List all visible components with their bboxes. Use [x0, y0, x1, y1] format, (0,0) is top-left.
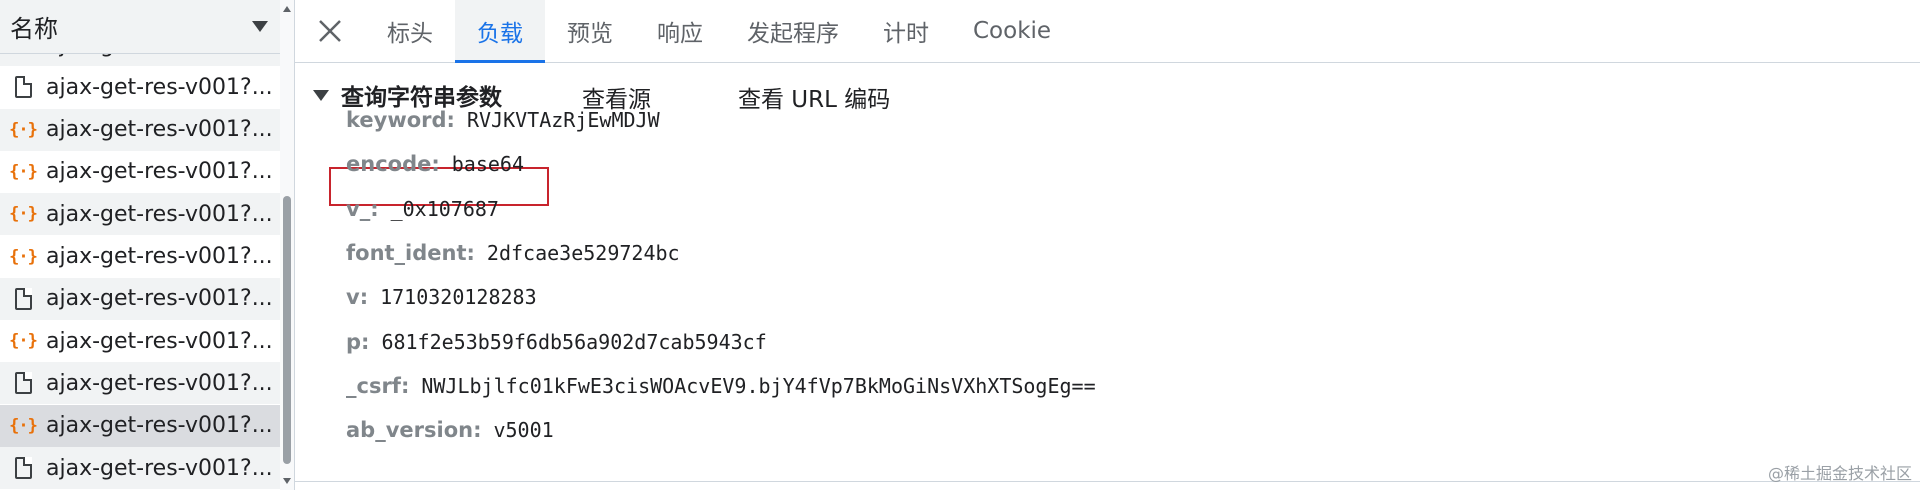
- tab-6[interactable]: Cookie: [951, 0, 1073, 62]
- request-name: ajax-get-res-v001?...: [46, 370, 273, 396]
- scroll-down-arrow-icon[interactable]: [283, 478, 291, 484]
- name-column-label: 名称: [10, 15, 58, 43]
- request-name: ajax-get-res-v001?...: [46, 455, 273, 481]
- request-name: ajax-get-res-v001?...: [46, 413, 273, 439]
- param-key: encode:: [346, 152, 440, 177]
- json-icon: {·}: [9, 119, 38, 140]
- param-row: v_: _0x107687: [346, 193, 499, 225]
- param-row: _csrf: NWJLbjlfc01kFwE3cisWOAcvEV9.bjY4fV…: [346, 370, 1096, 402]
- json-icon: {·}: [9, 415, 38, 436]
- param-key: p:: [346, 329, 370, 354]
- name-column-header[interactable]: 名称: [0, 0, 280, 54]
- detail-tabbar: 标头 负载 预览 响应 发起程序 计时 Cookie: [295, 0, 1920, 63]
- param-value[interactable]: base64: [452, 152, 524, 176]
- request-name: ajax-get-res-v001?...: [46, 286, 273, 312]
- document-icon: [0, 372, 46, 395]
- request-row[interactable]: {·} ajax-get-res-v001?...: [0, 151, 280, 193]
- request-name: ajax-get-res-v001?...: [46, 328, 273, 354]
- document-icon: [0, 76, 46, 99]
- request-row[interactable]: ajax-get-res-v001?...: [0, 66, 280, 108]
- param-row: p: 681f2e53b59f6db56a902d7cab5943cf: [346, 326, 767, 358]
- document-icon: [0, 457, 46, 479]
- json-icon: {·}: [9, 246, 38, 267]
- list-scrollbar[interactable]: [280, 0, 294, 490]
- json-icon: {·}: [9, 161, 38, 182]
- tab-4[interactable]: 发起程序: [725, 0, 861, 62]
- param-row: v: 1710320128283: [346, 281, 537, 313]
- param-value[interactable]: 681f2e53b59f6db56a902d7cab5943cf: [381, 330, 766, 354]
- request-row[interactable]: ajax-get-res-v001?...: [0, 362, 280, 405]
- json-icon: {·}: [0, 54, 46, 55]
- request-name: ajax-get-res-v001?...: [46, 201, 273, 227]
- request-row[interactable]: ajax-get-res-v001?...: [0, 277, 280, 320]
- request-row[interactable]: {·}ajax-get-res-v001?...: [0, 54, 280, 66]
- request-name: ajax-get-res-v001?...: [46, 244, 273, 269]
- param-key: ab_version:: [346, 418, 482, 443]
- request-row[interactable]: ajax-get-res-v001?...: [0, 447, 280, 489]
- collapse-triangle-icon[interactable]: [313, 89, 329, 101]
- param-row: keyword: RVJKVTAzRjEwMDJW: [346, 104, 660, 136]
- request-row[interactable]: {·} ajax-get-res-v001?...: [0, 404, 280, 447]
- request-detail-pane: 标头 负载 预览 响应 发起程序 计时 Cookie 查询字符串参数 查看源 查看 URL …: [295, 0, 1920, 490]
- json-icon: {·}: [9, 331, 38, 352]
- request-rows: {·}ajax-get-res-v001?...ajax-get-res-v00…: [0, 54, 280, 490]
- request-row[interactable]: {·} ajax-get-res-v001?...: [0, 108, 280, 151]
- tab-2[interactable]: 预览: [545, 0, 635, 62]
- request-name: ajax-get-res-v001?...: [46, 159, 273, 185]
- document-icon: [0, 287, 46, 310]
- tab-1[interactable]: 负载: [455, 0, 545, 63]
- param-row: font_ident: 2dfcae3e529724bc: [346, 237, 680, 269]
- scroll-thumb[interactable]: [283, 196, 291, 464]
- payload-panel: 查询字符串参数 查看源 查看 URL 编码 keyword: RVJKVTAzRj…: [295, 64, 1920, 480]
- param-value[interactable]: v5001: [493, 418, 553, 442]
- param-value[interactable]: _0x107687: [391, 197, 499, 221]
- scroll-up-arrow-icon[interactable]: [283, 6, 291, 12]
- param-key: _csrf:: [346, 373, 410, 398]
- tab-0[interactable]: 标头: [365, 0, 455, 62]
- request-name: ajax-get-res-v001?...: [46, 117, 273, 143]
- view-url-encoded-link[interactable]: 查看 URL 编码: [738, 80, 890, 114]
- tab-5[interactable]: 计时: [861, 0, 951, 62]
- close-icon: [319, 20, 341, 42]
- param-value[interactable]: NWJLbjlfc01kFwE3cisWOAcvEV9.bjY4fVp7BkMo…: [421, 374, 1095, 398]
- divider: [295, 481, 1920, 482]
- param-key: v_:: [346, 196, 379, 221]
- param-value[interactable]: 1710320128283: [380, 285, 537, 309]
- watermark: @稀土掘金技术社区: [1767, 464, 1912, 483]
- param-row: encode: base64: [346, 148, 524, 180]
- param-value[interactable]: 2dfcae3e529724bc: [487, 241, 680, 265]
- param-key: v:: [346, 285, 369, 310]
- request-row[interactable]: {·} ajax-get-res-v001?...: [0, 193, 280, 236]
- param-value[interactable]: RVJKVTAzRjEwMDJW: [467, 108, 660, 132]
- request-row[interactable]: {·} ajax-get-res-v001?...: [0, 236, 280, 278]
- param-key: keyword:: [346, 108, 455, 132]
- param-row: ab_version: v5001: [346, 414, 554, 446]
- tab-3[interactable]: 响应: [635, 0, 725, 62]
- json-icon: {·}: [9, 204, 38, 225]
- param-key: font_ident:: [346, 240, 475, 265]
- request-name: ajax-get-res-v001?...: [46, 74, 273, 100]
- request-row[interactable]: {·} ajax-get-res-v001?...: [0, 320, 280, 362]
- close-button[interactable]: [295, 0, 365, 62]
- request-name: ajax-get-res-v001?...: [46, 54, 273, 58]
- request-list-pane: 名称 {·}ajax-get-res-v001?...ajax-get-res-…: [0, 0, 295, 490]
- sort-arrow-icon[interactable]: [252, 21, 268, 32]
